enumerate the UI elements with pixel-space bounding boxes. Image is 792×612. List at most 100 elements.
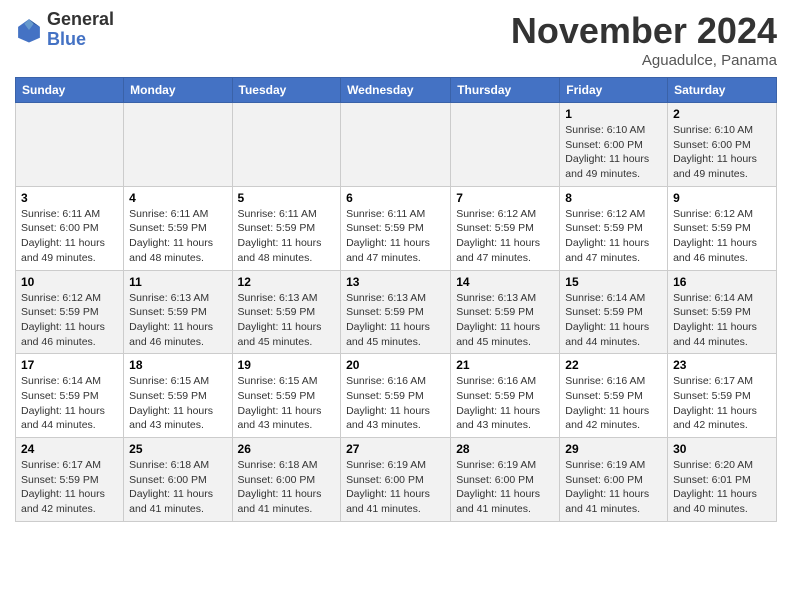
day-info: Sunrise: 6:16 AM Sunset: 5:59 PM Dayligh… <box>456 374 554 433</box>
day-info: Sunrise: 6:17 AM Sunset: 5:59 PM Dayligh… <box>673 374 771 433</box>
day-header-saturday: Saturday <box>668 78 777 103</box>
day-info: Sunrise: 6:14 AM Sunset: 5:59 PM Dayligh… <box>21 374 118 433</box>
day-info: Sunrise: 6:18 AM Sunset: 6:00 PM Dayligh… <box>238 458 336 517</box>
day-info: Sunrise: 6:15 AM Sunset: 5:59 PM Dayligh… <box>129 374 226 433</box>
day-info: Sunrise: 6:12 AM Sunset: 5:59 PM Dayligh… <box>673 207 771 266</box>
day-number: 16 <box>673 275 771 289</box>
week-row-0: 1 Sunrise: 6:10 AM Sunset: 6:00 PM Daylig… <box>16 103 777 187</box>
logo-general-text: General <box>47 10 114 30</box>
week-row-2: 10 Sunrise: 6:12 AM Sunset: 5:59 PM Dayli… <box>16 270 777 354</box>
day-info: Sunrise: 6:19 AM Sunset: 6:00 PM Dayligh… <box>346 458 445 517</box>
day-number: 22 <box>565 358 662 372</box>
day-info: Sunrise: 6:10 AM Sunset: 6:00 PM Dayligh… <box>673 123 771 182</box>
week-row-1: 3 Sunrise: 6:11 AM Sunset: 6:00 PM Daylig… <box>16 186 777 270</box>
day-header-wednesday: Wednesday <box>341 78 451 103</box>
header-row: SundayMondayTuesdayWednesdayThursdayFrid… <box>16 78 777 103</box>
day-header-sunday: Sunday <box>16 78 124 103</box>
month-title: November 2024 <box>511 10 777 52</box>
day-info: Sunrise: 6:11 AM Sunset: 5:59 PM Dayligh… <box>129 207 226 266</box>
day-number: 14 <box>456 275 554 289</box>
day-header-thursday: Thursday <box>451 78 560 103</box>
day-info: Sunrise: 6:12 AM Sunset: 5:59 PM Dayligh… <box>456 207 554 266</box>
day-number: 10 <box>21 275 118 289</box>
day-number: 17 <box>21 358 118 372</box>
day-number: 27 <box>346 442 445 456</box>
calendar-cell <box>341 103 451 187</box>
calendar-cell: 9 Sunrise: 6:12 AM Sunset: 5:59 PM Daylig… <box>668 186 777 270</box>
day-number: 9 <box>673 191 771 205</box>
calendar-cell: 16Sunrise: 6:14 AM Sunset: 5:59 PM Dayli… <box>668 270 777 354</box>
day-number: 23 <box>673 358 771 372</box>
day-number: 8 <box>565 191 662 205</box>
day-header-friday: Friday <box>560 78 668 103</box>
header: General Blue November 2024 Aguadulce, Pa… <box>15 10 777 69</box>
calendar-cell: 30 Sunrise: 6:20 AM Sunset: 6:01 PM Dayli… <box>668 438 777 522</box>
day-info: Sunrise: 6:12 AM Sunset: 5:59 PM Dayligh… <box>565 207 662 266</box>
day-number: 20 <box>346 358 445 372</box>
day-info: Sunrise: 6:13 AM Sunset: 5:59 PM Dayligh… <box>456 291 554 350</box>
calendar-cell: 27 Sunrise: 6:19 AM Sunset: 6:00 PM Dayli… <box>341 438 451 522</box>
calendar-cell: 4 Sunrise: 6:11 AM Sunset: 5:59 PM Daylig… <box>124 186 232 270</box>
calendar-header: SundayMondayTuesdayWednesdayThursdayFrid… <box>16 78 777 103</box>
week-row-4: 24 Sunrise: 6:17 AM Sunset: 5:59 PM Dayli… <box>16 438 777 522</box>
calendar-body: 1 Sunrise: 6:10 AM Sunset: 6:00 PM Daylig… <box>16 103 777 522</box>
calendar-cell: 23 Sunrise: 6:17 AM Sunset: 5:59 PM Dayli… <box>668 354 777 438</box>
day-number: 28 <box>456 442 554 456</box>
calendar-cell: 12 Sunrise: 6:13 AM Sunset: 5:59 PM Dayli… <box>232 270 341 354</box>
day-info: Sunrise: 6:12 AM Sunset: 5:59 PM Dayligh… <box>21 291 118 350</box>
logo-text: General Blue <box>47 10 114 50</box>
calendar-cell <box>124 103 232 187</box>
day-number: 21 <box>456 358 554 372</box>
calendar-cell: 17 Sunrise: 6:14 AM Sunset: 5:59 PM Dayli… <box>16 354 124 438</box>
logo-blue-text: Blue <box>47 30 114 50</box>
calendar-table: SundayMondayTuesdayWednesdayThursdayFrid… <box>15 77 777 522</box>
day-number: 1 <box>565 107 662 121</box>
day-number: 29 <box>565 442 662 456</box>
calendar-cell: 1Sunrise: 6:10 AM Sunset: 6:00 PM Daylig… <box>560 103 668 187</box>
day-number: 7 <box>456 191 554 205</box>
calendar-cell: 14 Sunrise: 6:13 AM Sunset: 5:59 PM Dayli… <box>451 270 560 354</box>
day-info: Sunrise: 6:13 AM Sunset: 5:59 PM Dayligh… <box>346 291 445 350</box>
calendar-cell: 8 Sunrise: 6:12 AM Sunset: 5:59 PM Daylig… <box>560 186 668 270</box>
calendar-cell: 3 Sunrise: 6:11 AM Sunset: 6:00 PM Daylig… <box>16 186 124 270</box>
calendar-cell <box>16 103 124 187</box>
location: Aguadulce, Panama <box>511 52 777 69</box>
day-info: Sunrise: 6:20 AM Sunset: 6:01 PM Dayligh… <box>673 458 771 517</box>
calendar-cell: 15Sunrise: 6:14 AM Sunset: 5:59 PM Dayli… <box>560 270 668 354</box>
day-info: Sunrise: 6:15 AM Sunset: 5:59 PM Dayligh… <box>238 374 336 433</box>
day-number: 6 <box>346 191 445 205</box>
day-info: Sunrise: 6:18 AM Sunset: 6:00 PM Dayligh… <box>129 458 226 517</box>
day-header-monday: Monday <box>124 78 232 103</box>
day-number: 4 <box>129 191 226 205</box>
day-number: 24 <box>21 442 118 456</box>
day-number: 25 <box>129 442 226 456</box>
calendar-cell: 7 Sunrise: 6:12 AM Sunset: 5:59 PM Daylig… <box>451 186 560 270</box>
calendar-cell: 20Sunrise: 6:16 AM Sunset: 5:59 PM Dayli… <box>341 354 451 438</box>
day-info: Sunrise: 6:19 AM Sunset: 6:00 PM Dayligh… <box>456 458 554 517</box>
day-number: 11 <box>129 275 226 289</box>
calendar-cell: 6Sunrise: 6:11 AM Sunset: 5:59 PM Daylig… <box>341 186 451 270</box>
day-info: Sunrise: 6:14 AM Sunset: 5:59 PM Dayligh… <box>565 291 662 350</box>
day-number: 3 <box>21 191 118 205</box>
day-info: Sunrise: 6:17 AM Sunset: 5:59 PM Dayligh… <box>21 458 118 517</box>
day-info: Sunrise: 6:11 AM Sunset: 6:00 PM Dayligh… <box>21 207 118 266</box>
day-info: Sunrise: 6:16 AM Sunset: 5:59 PM Dayligh… <box>565 374 662 433</box>
day-info: Sunrise: 6:13 AM Sunset: 5:59 PM Dayligh… <box>129 291 226 350</box>
calendar-cell: 25 Sunrise: 6:18 AM Sunset: 6:00 PM Dayli… <box>124 438 232 522</box>
day-number: 5 <box>238 191 336 205</box>
day-number: 13 <box>346 275 445 289</box>
calendar-cell: 26 Sunrise: 6:18 AM Sunset: 6:00 PM Dayli… <box>232 438 341 522</box>
week-row-3: 17 Sunrise: 6:14 AM Sunset: 5:59 PM Dayli… <box>16 354 777 438</box>
day-number: 26 <box>238 442 336 456</box>
day-number: 30 <box>673 442 771 456</box>
day-number: 12 <box>238 275 336 289</box>
calendar-cell: 21 Sunrise: 6:16 AM Sunset: 5:59 PM Dayli… <box>451 354 560 438</box>
calendar-cell: 29Sunrise: 6:19 AM Sunset: 6:00 PM Dayli… <box>560 438 668 522</box>
calendar-cell: 11 Sunrise: 6:13 AM Sunset: 5:59 PM Dayli… <box>124 270 232 354</box>
day-header-tuesday: Tuesday <box>232 78 341 103</box>
calendar-cell: 13 Sunrise: 6:13 AM Sunset: 5:59 PM Dayli… <box>341 270 451 354</box>
day-info: Sunrise: 6:13 AM Sunset: 5:59 PM Dayligh… <box>238 291 336 350</box>
calendar-cell: 5 Sunrise: 6:11 AM Sunset: 5:59 PM Daylig… <box>232 186 341 270</box>
calendar-cell: 2Sunrise: 6:10 AM Sunset: 6:00 PM Daylig… <box>668 103 777 187</box>
day-info: Sunrise: 6:11 AM Sunset: 5:59 PM Dayligh… <box>238 207 336 266</box>
